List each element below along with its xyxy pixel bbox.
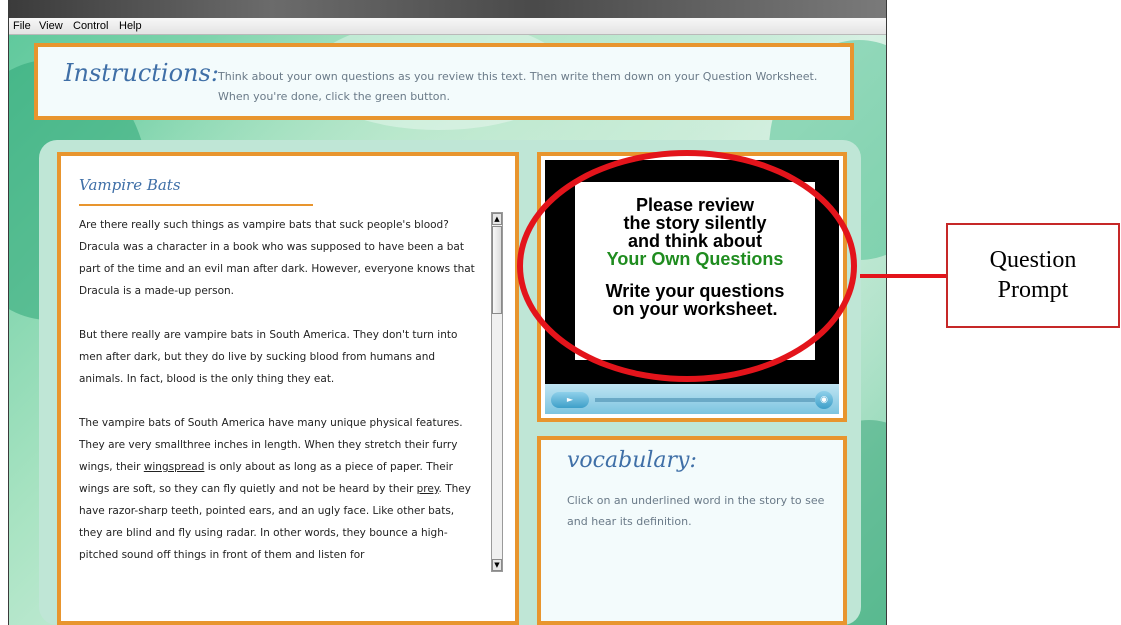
story-panel: Vampire Bats Are there really such thing… — [57, 152, 519, 625]
callout-line — [860, 274, 948, 278]
instructions-title: Instructions: — [64, 59, 219, 87]
prompt-line-5: Write your questions — [605, 281, 785, 301]
story-text: Are there really such things as vampire … — [79, 214, 477, 614]
story-scrollbar[interactable]: ▲ ▼ — [491, 212, 503, 572]
vocabulary-title: vocabulary: — [567, 448, 697, 473]
menu-file[interactable]: File — [13, 20, 31, 32]
question-prompt-card: Please review the story silently and thi… — [575, 182, 815, 360]
arrow-up-icon[interactable]: ▲ — [492, 213, 502, 225]
video-controls: ► ◉ — [545, 384, 839, 414]
instructions-panel: Instructions: Think about your own quest… — [34, 43, 854, 120]
play-icon[interactable]: ► — [551, 392, 589, 408]
menu-bar: File View Control Help — [9, 18, 886, 35]
instructions-text: Think about your own questions as you re… — [218, 67, 838, 107]
app-window: File View Control Help Instructions: Thi… — [8, 0, 887, 625]
prompt-line-1: Please review — [635, 195, 755, 215]
menu-help[interactable]: Help — [119, 20, 142, 32]
story-paragraph-1: Are there really such things as vampire … — [79, 219, 475, 297]
instructions-line-1: Think about your own questions as you re… — [218, 70, 818, 83]
volume-icon[interactable]: ◉ — [815, 391, 833, 409]
story-title: Vampire Bats — [79, 176, 181, 194]
story-paragraph-2: But there really are vampire bats in Sou… — [79, 329, 458, 385]
instructions-line-2: When you're done, click the green button… — [218, 90, 450, 103]
question-prompt-callout: Question Prompt — [946, 223, 1120, 328]
vocabulary-panel: vocabulary: Click on an underlined word … — [537, 436, 847, 625]
callout-label-line-1: Question — [989, 247, 1077, 273]
prompt-line-3: and think about — [628, 231, 762, 251]
prompt-line-4: Your Own Questions — [606, 249, 784, 269]
video-panel: Please review the story silently and thi… — [537, 152, 847, 422]
menu-view[interactable]: View — [39, 20, 63, 32]
vocab-word-wingspread[interactable]: wingspread — [144, 461, 205, 473]
arrow-down-icon[interactable]: ▼ — [492, 559, 502, 571]
menu-control[interactable]: Control — [73, 20, 108, 32]
video-screen[interactable]: Please review the story silently and thi… — [545, 160, 839, 384]
vocabulary-text: Click on an underlined word in the story… — [567, 494, 825, 528]
prompt-line-6: on your worksheet. — [612, 299, 778, 319]
scrollbar-thumb[interactable] — [492, 226, 502, 314]
story-paragraph-3: The vampire bats of South America have m… — [79, 412, 477, 566]
vocab-word-prey[interactable]: prey — [417, 483, 439, 495]
callout-label-line-2: Prompt — [997, 277, 1069, 303]
prompt-line-2: the story silently — [623, 213, 767, 233]
story-title-divider — [79, 204, 313, 206]
seek-bar[interactable] — [595, 398, 815, 402]
window-top-strip — [9, 0, 886, 18]
